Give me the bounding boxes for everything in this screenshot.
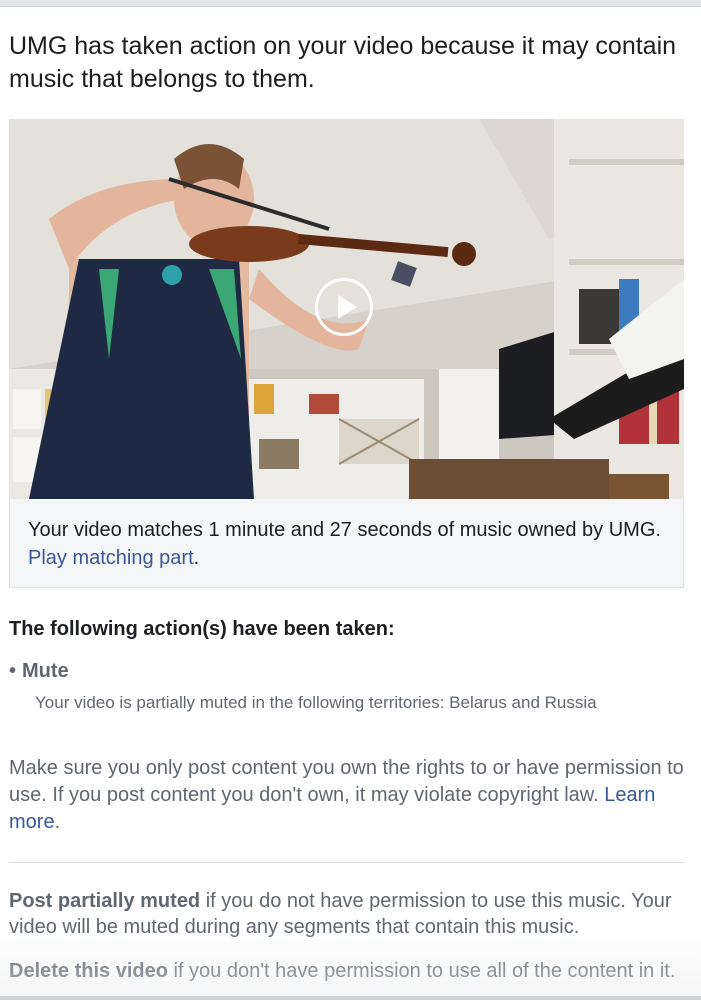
play-button[interactable] — [315, 278, 373, 336]
rights-text: Make sure you only post content you own … — [9, 757, 684, 806]
match-suffix: . — [193, 547, 200, 569]
action-description: Your video is partially muted in the fol… — [35, 693, 597, 712]
action-item-mute: • Mute — [9, 660, 69, 683]
option-post-partially-muted: Post partially muted if you do not have … — [9, 888, 691, 940]
bullet: • — [9, 660, 17, 682]
match-text: Your video matches 1 minute and 27 secon… — [28, 516, 668, 572]
video-player[interactable] — [9, 119, 684, 499]
play-icon — [338, 295, 357, 319]
top-bar — [0, 0, 701, 7]
option-text: if you don't have permission to use all … — [167, 960, 676, 982]
option-delete-video: Delete this video if you don't have perm… — [9, 958, 691, 984]
notice-title: UMG has taken action on your video becau… — [9, 32, 677, 93]
divider — [9, 862, 684, 863]
rights-notice: Make sure you only post content you own … — [9, 755, 689, 836]
actions-heading: The following action(s) have been taken: — [9, 618, 395, 640]
match-info-box: Your video matches 1 minute and 27 secon… — [9, 499, 684, 588]
play-matching-part-link[interactable]: Play matching part — [28, 547, 194, 569]
match-description: Your video matches 1 minute and 27 secon… — [28, 519, 661, 541]
bottom-edge — [0, 996, 701, 1000]
rights-suffix: . — [54, 811, 61, 833]
action-label: Mute — [22, 660, 69, 682]
option-title: Delete this video — [9, 960, 168, 982]
option-title: Post partially muted — [9, 890, 201, 912]
